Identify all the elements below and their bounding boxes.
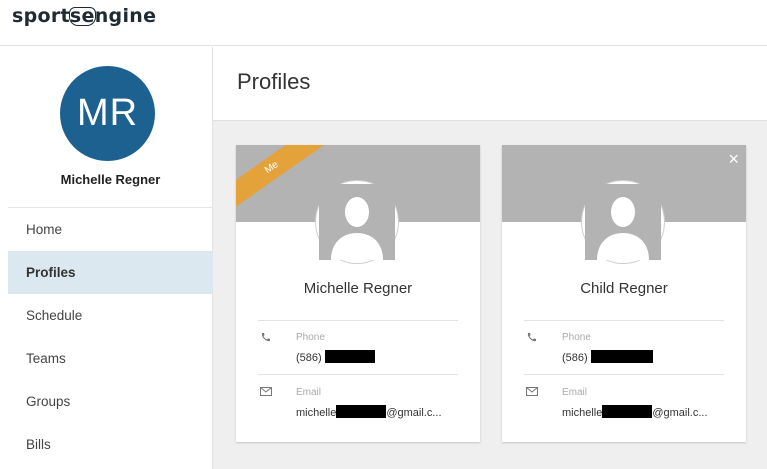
page-title: Profiles (237, 69, 311, 94)
phone-icon (526, 332, 537, 346)
logo-text-se: se (69, 5, 95, 27)
email-suffix: @gmail.c... (652, 407, 708, 419)
sidebar-nav: Home Profiles Schedule Teams Groups Bill… (8, 207, 213, 466)
email-label: Email (296, 387, 322, 398)
phone-label: Phone (296, 332, 325, 343)
profile-card-me[interactable]: Me Michelle Regner Phone (586) Email mic… (236, 145, 480, 442)
divider (258, 320, 458, 321)
sidebar-item-profiles[interactable]: Profiles (8, 251, 213, 294)
email-prefix: michelle (296, 407, 337, 419)
redacted-block (590, 350, 653, 363)
email-label: Email (562, 387, 588, 398)
profile-name: Michelle Regner (303, 280, 413, 297)
redacted-block (324, 350, 375, 363)
email-value: michelle @gmail.c... (296, 405, 442, 419)
redacted-block (336, 405, 387, 418)
email-prefix: michelle (562, 407, 603, 419)
redacted-block (602, 405, 653, 418)
sidebar-item-teams[interactable]: Teams (8, 337, 213, 380)
logo-text-ngine: ngine (94, 5, 157, 27)
sidebar-item-groups[interactable]: Groups (8, 380, 213, 423)
logo-text-sport: sport (12, 5, 70, 27)
sportsengine-logo[interactable]: sportsengine (12, 5, 156, 27)
page-header: Profiles (213, 47, 767, 121)
sidebar-item-schedule[interactable]: Schedule (8, 294, 213, 337)
phone-value: (586) (562, 350, 653, 364)
user-name: Michelle Regner (60, 172, 161, 187)
person-silhouette-icon (319, 184, 395, 260)
sidebar-item-home[interactable]: Home (8, 208, 213, 251)
phone-area-code: (586) (562, 352, 588, 364)
divider (524, 374, 724, 375)
divider (258, 374, 458, 375)
email-suffix: @gmail.c... (386, 407, 442, 419)
close-icon[interactable]: × (728, 150, 739, 168)
sidebar: MR Michelle Regner Home Profiles Schedul… (8, 47, 213, 469)
top-bar: sportsengine (0, 0, 767, 46)
envelope-icon (526, 387, 538, 399)
divider (524, 320, 724, 321)
profile-card-child[interactable]: × Child Regner Phone (586) Email michell… (502, 145, 746, 442)
envelope-icon (260, 387, 272, 399)
profile-photo[interactable] (316, 181, 398, 263)
phone-label: Phone (562, 332, 591, 343)
phone-area-code: (586) (296, 352, 322, 364)
phone-value: (586) (296, 350, 375, 364)
profile-name: Child Regner (580, 280, 668, 297)
user-avatar[interactable]: MR (60, 66, 155, 161)
email-value: michelle @gmail.c... (562, 405, 708, 419)
profile-photo[interactable] (582, 181, 664, 263)
sidebar-item-bills[interactable]: Bills (8, 423, 213, 466)
phone-icon (260, 332, 271, 346)
person-silhouette-icon (585, 184, 661, 260)
main-content: Profiles Me Michelle Regner Phone (586) … (213, 47, 767, 469)
